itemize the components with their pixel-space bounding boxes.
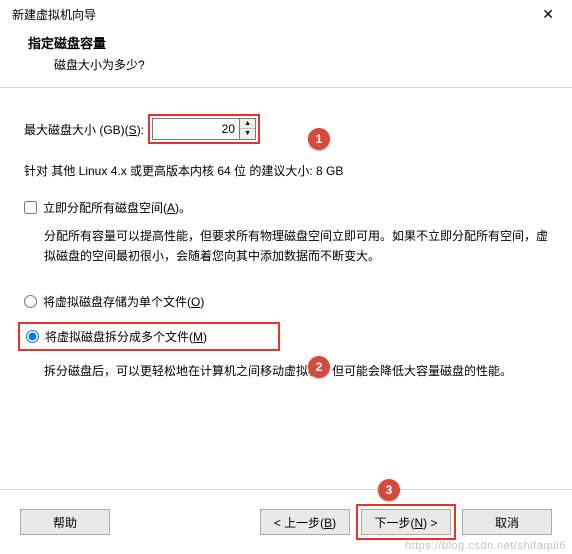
store-single-label: 将虚拟磁盘存储为单个文件(O) xyxy=(43,293,204,310)
page-subtitle: 磁盘大小为多少? xyxy=(28,56,544,73)
footer-buttons: 帮助 < 上一步(B) 下一步(N) > 取消 xyxy=(0,489,572,540)
callout-1: 1 xyxy=(308,128,330,150)
spin-down-icon[interactable]: ▼ xyxy=(240,129,255,139)
split-multiple-row[interactable]: 将虚拟磁盘拆分成多个文件(M) xyxy=(18,322,280,351)
disk-size-input[interactable] xyxy=(152,118,240,140)
page-title: 指定磁盘容量 xyxy=(28,33,544,52)
wizard-window: 新建虚拟机向导 ✕ 指定磁盘容量 磁盘大小为多少? 最大磁盘大小 (GB)(S)… xyxy=(0,0,572,554)
allocate-now-label: 立即分配所有磁盘空间(A)。 xyxy=(43,199,191,216)
allocate-now-row[interactable]: 立即分配所有磁盘空间(A)。 xyxy=(24,199,548,216)
help-button[interactable]: 帮助 xyxy=(20,509,110,535)
store-single-radio[interactable] xyxy=(24,295,37,308)
next-button-highlight: 下一步(N) > xyxy=(356,504,456,540)
spinner-buttons: ▲ ▼ xyxy=(240,118,256,140)
disk-size-highlight: ▲ ▼ xyxy=(148,114,260,144)
nav-button-group: < 上一步(B) 下一步(N) > 取消 xyxy=(260,504,552,540)
titlebar: 新建虚拟机向导 ✕ xyxy=(0,0,572,27)
store-single-file-row[interactable]: 将虚拟磁盘存储为单个文件(O) xyxy=(24,291,548,312)
window-title: 新建虚拟机向导 xyxy=(12,6,96,23)
next-button[interactable]: 下一步(N) > xyxy=(361,509,451,535)
split-multiple-desc: 拆分磁盘后，可以更轻松地在计算机之间移动虚拟机，但可能会降低大容量磁盘的性能。 xyxy=(24,361,548,381)
watermark: https://blog.csdn.net/shifaqui6 xyxy=(405,540,566,552)
callout-3: 3 xyxy=(378,479,400,501)
close-icon[interactable]: ✕ xyxy=(536,6,560,23)
back-button[interactable]: < 上一步(B) xyxy=(260,509,350,535)
recommended-size-hint: 针对 其他 Linux 4.x 或更高版本内核 64 位 的建议大小: 8 GB xyxy=(24,162,548,179)
split-multiple-radio[interactable] xyxy=(26,330,39,343)
cancel-button[interactable]: 取消 xyxy=(462,509,552,535)
wizard-header: 指定磁盘容量 磁盘大小为多少? xyxy=(0,27,572,88)
callout-2: 2 xyxy=(308,356,330,378)
content-area: 最大磁盘大小 (GB)(S): ▲ ▼ 针对 其他 Linux 4.x 或更高版… xyxy=(0,88,572,381)
allocate-now-desc: 分配所有容量可以提高性能，但要求所有物理磁盘空间立即可用。如果不立即分配所有空间… xyxy=(24,226,548,267)
disk-size-label: 最大磁盘大小 (GB)(S): xyxy=(24,121,144,138)
disk-size-row: 最大磁盘大小 (GB)(S): ▲ ▼ xyxy=(24,114,548,144)
split-multiple-label: 将虚拟磁盘拆分成多个文件(M) xyxy=(45,328,207,345)
spin-up-icon[interactable]: ▲ xyxy=(240,119,255,129)
allocate-now-checkbox[interactable] xyxy=(24,201,37,214)
